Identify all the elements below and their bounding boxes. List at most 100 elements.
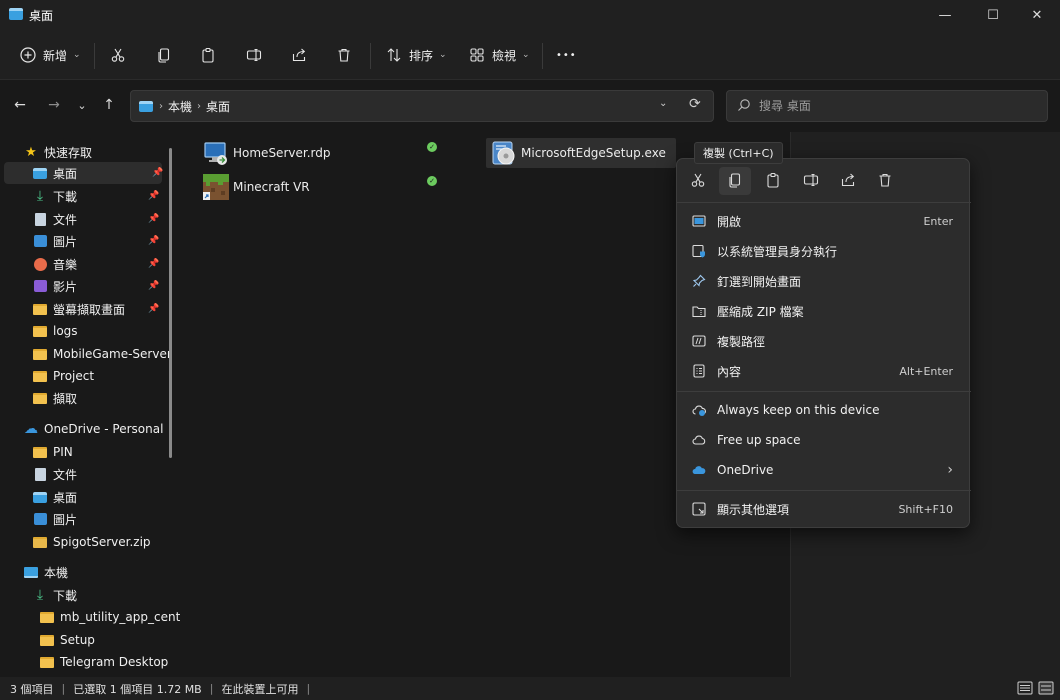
close-button[interactable]: ✕ (1014, 0, 1060, 30)
more-options-button[interactable]: ••• (556, 42, 577, 68)
pin-icon[interactable]: 📌 (148, 214, 159, 224)
context-rename-button[interactable] (795, 167, 827, 195)
context-item-show-more-options[interactable]: 顯示其他選項 Shift+F10 (683, 495, 965, 523)
context-item-label: 內容 (717, 364, 742, 379)
context-item-pin-to-start[interactable]: 釘選到開始畫面 (683, 267, 965, 295)
divider: | (306, 682, 311, 695)
maximize-button[interactable]: ☐ (970, 0, 1016, 30)
details-view-icon[interactable] (1017, 681, 1033, 695)
folder-icon (40, 611, 54, 624)
context-delete-button[interactable] (869, 167, 901, 195)
sidebar-quick-access[interactable]: ★ 快速存取 (24, 141, 92, 163)
desktop-icon (33, 167, 47, 180)
zip-icon (691, 303, 707, 319)
cut-button[interactable] (108, 42, 128, 68)
pin-icon[interactable]: 📌 (152, 168, 163, 178)
sidebar-item-setup[interactable]: Setup (40, 629, 95, 651)
status-bar: 3 個項目 | 已選取 1 個項目 1.72 MB | 在此裝置上可用 | (0, 677, 1060, 700)
sidebar-item-pc-downloads[interactable]: ⤓ 下載 (33, 584, 77, 606)
sidebar-item-desktop[interactable]: 桌面 📌 (4, 162, 163, 184)
sidebar-item-videos[interactable]: 影片 📌 (33, 275, 162, 297)
context-item-properties[interactable]: 內容 Alt+Enter (683, 357, 965, 385)
sidebar-item-label: Setup (60, 633, 95, 647)
sidebar-item-label: OneDrive - Personal (44, 422, 164, 436)
breadcrumb-desktop[interactable]: 桌面 (206, 98, 230, 115)
sidebar-item-documents[interactable]: 文件 📌 (33, 208, 162, 230)
sidebar-onedrive[interactable]: ☁ OneDrive - Personal (24, 418, 163, 440)
sidebar-item-label: 音樂 (53, 257, 78, 272)
sidebar-item-od-pictures[interactable]: 圖片 (33, 508, 77, 530)
pin-icon[interactable]: 📌 (148, 259, 159, 269)
rename-icon (803, 172, 819, 191)
file-item-microsoftedgesetup-exe[interactable]: MicrosoftEdgeSetup.exe (486, 138, 676, 168)
refresh-icon[interactable]: ⟳ (689, 96, 701, 112)
sidebar-item-telegram-desktop[interactable]: Telegram Desktop (40, 651, 168, 673)
sidebar-item-od-documents[interactable]: 文件 (33, 463, 77, 485)
shield-icon (691, 243, 707, 259)
paste-button[interactable] (198, 42, 218, 68)
sidebar-this-pc[interactable]: 本機 (24, 561, 68, 583)
context-item-always-keep[interactable]: Always keep on this device (683, 396, 965, 424)
sort-button[interactable]: 排序 ⌄ (384, 42, 447, 68)
trash-icon (877, 172, 893, 191)
copy-path-icon (691, 333, 707, 349)
copy-button[interactable] (154, 42, 174, 68)
installer-icon (490, 139, 518, 167)
folder-icon (33, 348, 47, 361)
context-item-open[interactable]: 開啟 Enter (683, 207, 965, 235)
context-item-copy-path[interactable]: 複製路徑 (683, 327, 965, 355)
tiles-view-icon[interactable] (1038, 681, 1054, 695)
recent-locations-chevron-icon[interactable]: ⌄ (70, 94, 94, 116)
delete-button[interactable] (334, 42, 354, 68)
search-box[interactable] (726, 90, 1048, 122)
address-history-chevron-icon[interactable]: ⌄ (659, 98, 667, 109)
sidebar-item-music[interactable]: 音樂 📌 (33, 253, 162, 275)
sidebar-item-pictures[interactable]: 圖片 📌 (33, 230, 162, 252)
more-options-icon (691, 501, 707, 517)
folder-icon (40, 634, 54, 647)
cloud-icon (691, 432, 707, 448)
share-button[interactable] (289, 42, 309, 68)
search-input[interactable] (759, 99, 1039, 113)
sidebar-item-logs[interactable]: logs (33, 320, 78, 342)
sidebar-item-capture[interactable]: 擷取 (33, 387, 77, 409)
context-paste-button[interactable] (757, 167, 789, 195)
sidebar-item-project[interactable]: Project (33, 365, 94, 387)
address-bar[interactable]: › 本機 › 桌面 ⌄ ⟳ (130, 90, 714, 122)
breadcrumb-this-pc[interactable]: 本機 (168, 98, 192, 115)
sidebar-item-mb-utility[interactable]: mb_utility_app_center (40, 606, 180, 628)
context-copy-button[interactable] (719, 167, 751, 195)
sidebar-scrollbar[interactable] (169, 148, 172, 458)
context-item-run-as-admin[interactable]: 以系統管理員身分執行 (683, 237, 965, 265)
context-cut-button[interactable] (682, 167, 714, 195)
view-label: 檢視 (492, 48, 517, 63)
file-item-homeserver-rdp[interactable]: HomeServer.rdp (198, 138, 334, 168)
sidebar-item-downloads[interactable]: ⤓ 下載 📌 (33, 185, 162, 207)
synced-check-icon: ✓ (427, 176, 437, 186)
sidebar-item-spigotserver-zip[interactable]: SpigotServer.zip (33, 531, 151, 553)
context-item-compress-zip[interactable]: 壓縮成 ZIP 檔案 (683, 297, 965, 325)
pin-icon[interactable]: 📌 (148, 281, 159, 291)
clipboard-icon (198, 45, 218, 65)
sidebar-item-screenshots[interactable]: 螢幕擷取畫面 📌 (33, 298, 162, 320)
back-arrow-icon[interactable]: ← (8, 94, 32, 116)
up-arrow-icon[interactable]: ↑ (97, 94, 121, 116)
sidebar-item-od-desktop[interactable]: 桌面 (33, 486, 77, 508)
file-item-minecraft-vr[interactable]: Minecraft VR (198, 172, 314, 202)
pin-icon[interactable]: 📌 (148, 236, 159, 246)
forward-arrow-icon[interactable]: → (42, 94, 66, 116)
context-share-button[interactable] (832, 167, 864, 195)
sidebar-item-label: 快速存取 (44, 145, 93, 160)
new-button[interactable]: 新增 ⌄ (18, 42, 81, 68)
context-item-label: 顯示其他選項 (717, 502, 790, 517)
view-button[interactable]: 檢視 ⌄ (467, 42, 530, 68)
context-item-onedrive[interactable]: OneDrive › (683, 456, 965, 484)
pin-icon[interactable]: 📌 (148, 304, 159, 314)
sidebar-item-mobilegame-server[interactable]: MobileGame-Server (33, 343, 172, 365)
pin-icon[interactable]: 📌 (148, 191, 159, 201)
context-item-free-up-space[interactable]: Free up space (683, 426, 965, 454)
sidebar-item-pin-folder[interactable]: PIN (33, 441, 73, 463)
sidebar-item-label: Telegram Desktop (60, 655, 169, 669)
rename-button[interactable] (244, 42, 264, 68)
minimize-button[interactable]: — (922, 0, 968, 30)
